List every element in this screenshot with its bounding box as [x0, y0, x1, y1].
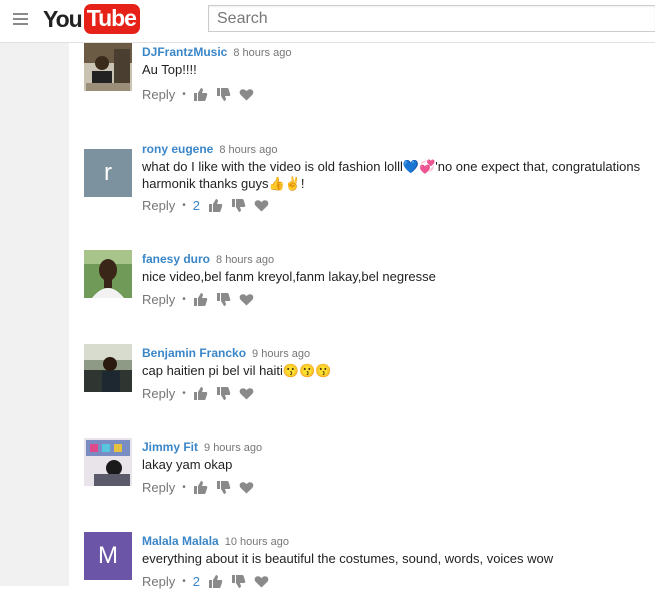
- avatar[interactable]: [84, 250, 132, 298]
- comment-author[interactable]: rony eugene: [142, 142, 213, 156]
- youtube-logo[interactable]: You Tube: [43, 4, 140, 34]
- comment-text: everything about it is beautiful the cos…: [142, 551, 554, 566]
- reply-button[interactable]: Reply: [142, 198, 175, 213]
- hamburger-icon[interactable]: [13, 13, 28, 27]
- comment-text: cap haitien pi bel vil haiti😗😗😗: [142, 363, 332, 378]
- thumbs-down-icon[interactable]: [216, 292, 231, 307]
- avatar[interactable]: r: [84, 149, 132, 197]
- separator-dot: •: [182, 576, 186, 587]
- comment-actions: Reply • 2: [142, 198, 277, 213]
- thumbs-up-icon[interactable]: [193, 292, 208, 307]
- comment-header: Jimmy Fit 9 hours ago: [142, 438, 262, 456]
- comment-actions: Reply •: [142, 87, 262, 102]
- comment-header: DJFrantzMusic 8 hours ago: [142, 43, 291, 61]
- comment-author[interactable]: Benjamin Francko: [142, 346, 246, 360]
- comment-time[interactable]: 10 hours ago: [225, 536, 289, 548]
- comment-time[interactable]: 9 hours ago: [252, 348, 310, 360]
- comment-text: what do I like with the video is old fas…: [142, 159, 641, 191]
- comments-section: DJFrantzMusic 8 hours ago Au Top!!!! Repl…: [69, 43, 655, 589]
- reply-button[interactable]: Reply: [142, 480, 175, 495]
- comment-header: fanesy duro 8 hours ago: [142, 250, 274, 268]
- thumbs-up-icon[interactable]: [193, 386, 208, 401]
- reply-button[interactable]: Reply: [142, 386, 175, 401]
- heart-icon[interactable]: [254, 574, 269, 589]
- thumbs-down-icon[interactable]: [216, 386, 231, 401]
- like-count: 2: [192, 574, 200, 589]
- logo-you-text: You: [43, 5, 83, 32]
- separator-dot: •: [182, 89, 186, 100]
- heart-icon[interactable]: [239, 292, 254, 307]
- avatar[interactable]: [84, 344, 132, 392]
- avatar-letter: r: [104, 159, 112, 186]
- avatar-letter: M: [98, 542, 118, 569]
- thumbs-up-icon[interactable]: [208, 574, 223, 589]
- thumbs-down-icon[interactable]: [216, 87, 231, 102]
- heart-icon[interactable]: [239, 480, 254, 495]
- thumbs-down-icon[interactable]: [216, 480, 231, 495]
- separator-dot: •: [182, 294, 186, 305]
- thumbs-down-icon[interactable]: [231, 574, 246, 589]
- logo-tube-text: Tube: [83, 4, 140, 34]
- comment-actions: Reply •: [142, 292, 262, 307]
- heart-icon[interactable]: [254, 198, 269, 213]
- thumbs-up-icon[interactable]: [193, 480, 208, 495]
- comment-actions: Reply • 2: [142, 574, 277, 589]
- comment-actions: Reply •: [142, 480, 262, 495]
- guide-sidebar: [0, 43, 69, 586]
- reply-button[interactable]: Reply: [142, 574, 175, 589]
- comment-header: Benjamin Francko 9 hours ago: [142, 344, 310, 362]
- comment-author[interactable]: Jimmy Fit: [142, 440, 198, 454]
- comment-time[interactable]: 8 hours ago: [219, 144, 277, 156]
- comment-header: Malala Malala 10 hours ago: [142, 532, 289, 550]
- separator-dot: •: [182, 482, 186, 493]
- reply-button[interactable]: Reply: [142, 292, 175, 307]
- comment-header: rony eugene 8 hours ago: [142, 140, 277, 158]
- comment-time[interactable]: 8 hours ago: [233, 47, 291, 59]
- avatar[interactable]: M: [84, 532, 132, 580]
- comment-text: lakay yam okap: [142, 457, 233, 472]
- comment-text: Au Top!!!!: [142, 62, 197, 77]
- like-count: 2: [192, 198, 200, 213]
- thumbs-up-icon[interactable]: [208, 198, 223, 213]
- comment-author[interactable]: DJFrantzMusic: [142, 45, 227, 59]
- heart-icon[interactable]: [239, 386, 254, 401]
- comment-time[interactable]: 9 hours ago: [204, 442, 262, 454]
- comment-author[interactable]: Malala Malala: [142, 534, 219, 548]
- separator-dot: •: [182, 200, 186, 211]
- masthead: You Tube: [0, 0, 655, 43]
- comment-text: nice video,bel fanm kreyol,fanm lakay,be…: [142, 269, 436, 284]
- comment-author[interactable]: fanesy duro: [142, 252, 210, 266]
- reply-button[interactable]: Reply: [142, 87, 175, 102]
- thumbs-down-icon[interactable]: [231, 198, 246, 213]
- comment-actions: Reply •: [142, 386, 262, 401]
- separator-dot: •: [182, 388, 186, 399]
- comment-time[interactable]: 8 hours ago: [216, 254, 274, 266]
- thumbs-up-icon[interactable]: [193, 87, 208, 102]
- heart-icon[interactable]: [239, 87, 254, 102]
- avatar[interactable]: [84, 438, 132, 486]
- search-input[interactable]: [208, 5, 655, 32]
- avatar[interactable]: [84, 43, 132, 91]
